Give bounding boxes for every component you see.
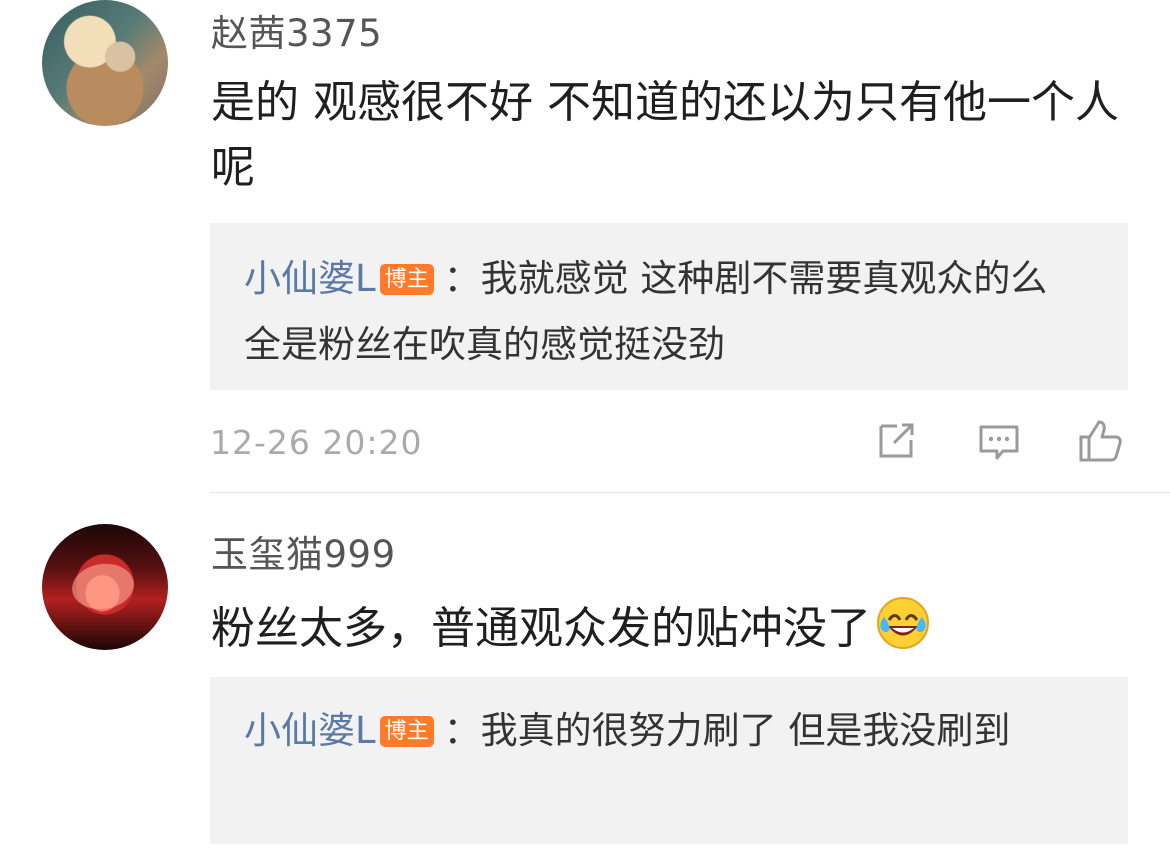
avatar[interactable] (42, 524, 168, 650)
bottle-label-graphic (69, 559, 137, 614)
comment-username[interactable]: 玉玺猫999 (211, 533, 396, 577)
reply-separator: ： (443, 709, 481, 752)
laughing-tears-emoji-icon (875, 595, 931, 651)
reply-content: 小仙婆L 博主 ：我真的很努力刷了 但是我没刷到 (244, 698, 1084, 764)
reply-text: 我真的很努力刷了 但是我没刷到 (480, 709, 1011, 752)
author-badge: 博主 (379, 716, 434, 747)
comment-text-content: 粉丝太多，普通观众发的贴冲没了 (211, 603, 871, 654)
reply-username[interactable]: 小仙婆L (244, 709, 376, 752)
reply-box[interactable]: 小仙婆L 博主 ：我真的很努力刷了 但是我没刷到 (210, 677, 1128, 844)
comment-text: 粉丝太多，普通观众发的贴冲没了 (211, 595, 1131, 661)
comment-item: 玉玺猫999 粉丝太多，普通观众发的贴冲没了 小仙婆L 博主 ：我真的很努力刷了 但… (0, 0, 1170, 853)
